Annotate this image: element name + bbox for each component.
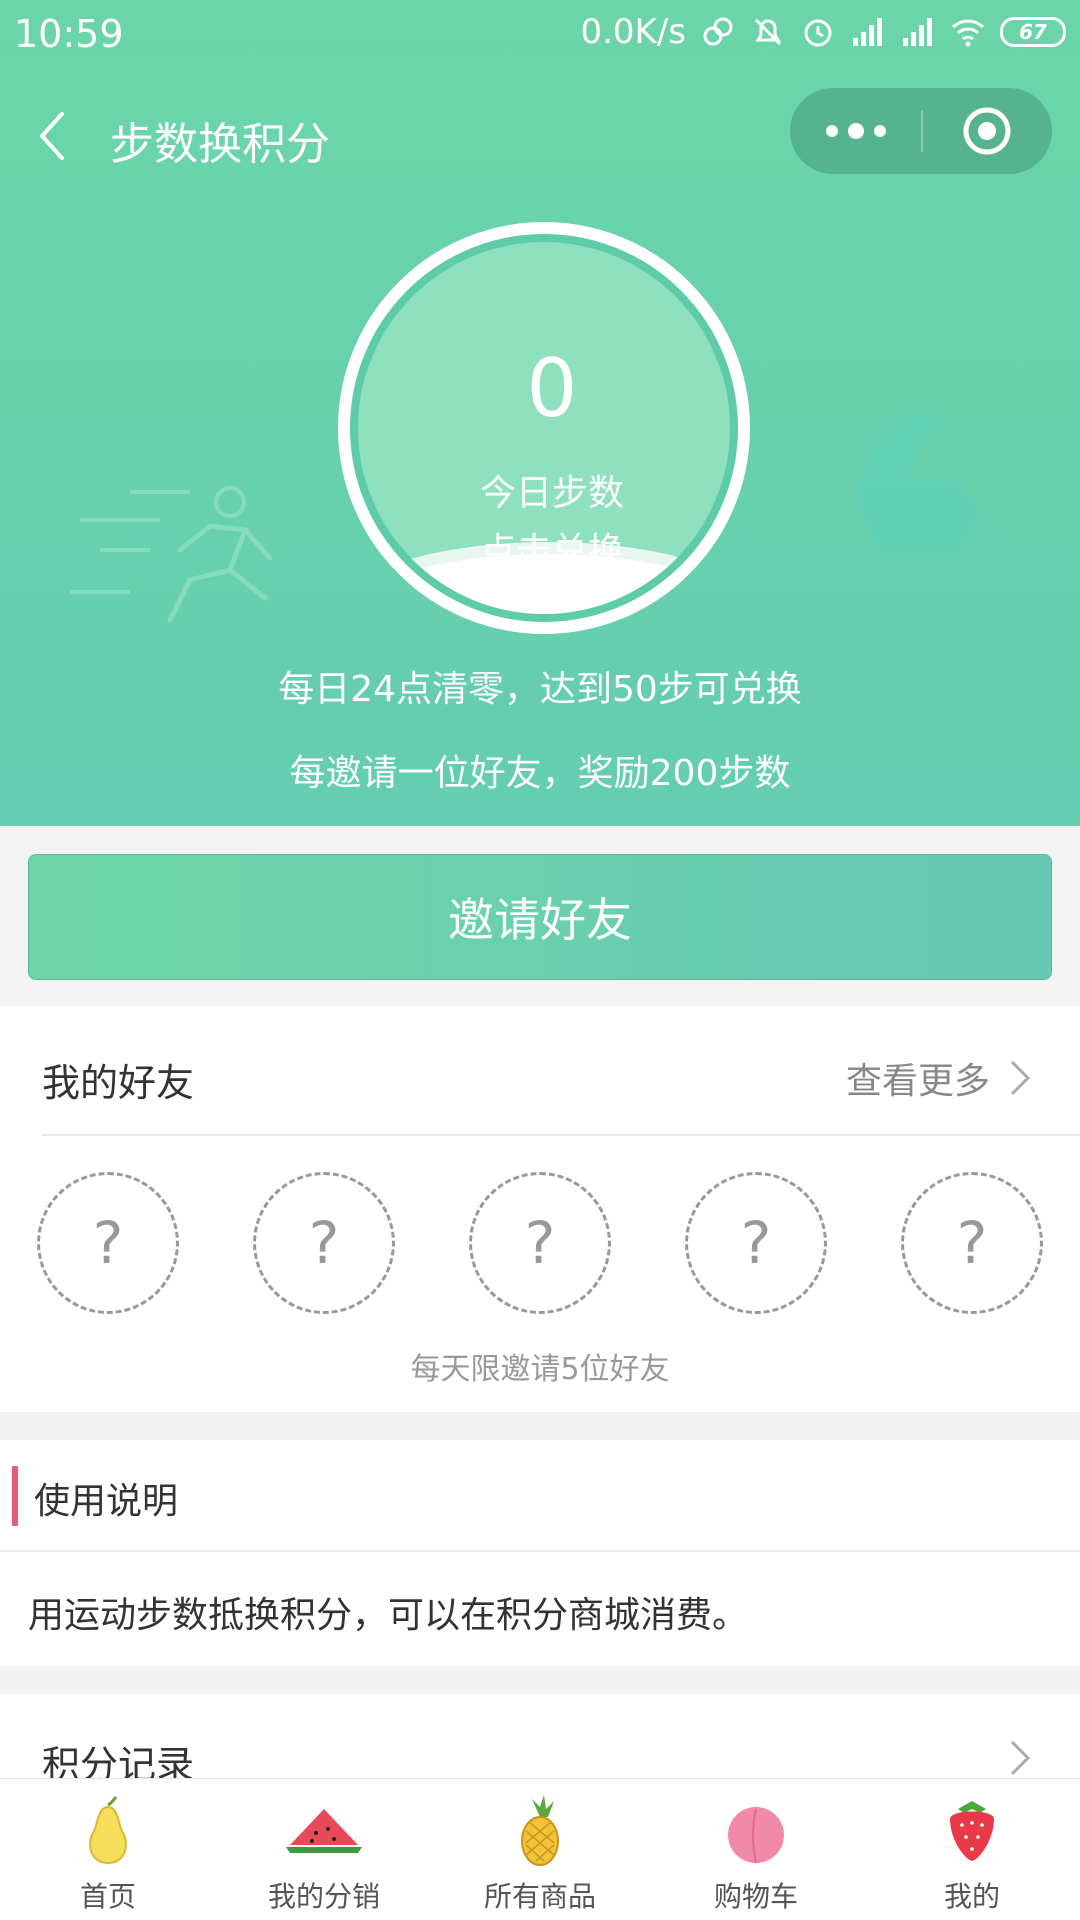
section-accent-bar xyxy=(12,1466,18,1526)
bell-off-icon xyxy=(754,18,782,46)
tab-all-products[interactable]: 所有商品 xyxy=(432,1779,648,1920)
link-icon xyxy=(703,17,733,46)
chevron-right-icon xyxy=(1010,1740,1031,1776)
nav-bar: 步数换积分 xyxy=(0,80,1080,190)
close-button[interactable] xyxy=(921,88,1052,174)
tab-home[interactable]: 首页 xyxy=(0,1779,216,1920)
more-button[interactable] xyxy=(790,88,921,174)
usage-section: 使用说明 用运动步数抵换积分，可以在积分商城消费。 xyxy=(0,1440,1080,1666)
step-count-label: 今日步数 xyxy=(479,473,624,514)
redeem-label: 点击兑换 xyxy=(479,531,624,572)
friends-title: 我的好友 xyxy=(42,1061,195,1105)
signal-icon xyxy=(903,18,932,46)
friend-slot[interactable]: ? xyxy=(685,1172,827,1314)
signal-icon xyxy=(853,18,882,46)
watermelon-icon xyxy=(286,1809,362,1853)
tab-me[interactable]: 我的 xyxy=(864,1779,1080,1920)
strawberry-icon xyxy=(950,1801,994,1861)
tab-label: 购物车 xyxy=(713,1880,798,1913)
battery-icon: 67 xyxy=(1000,17,1066,47)
pear-icon xyxy=(89,1795,127,1865)
chevron-right-icon xyxy=(1010,1060,1031,1096)
friend-slot[interactable]: ? xyxy=(469,1172,611,1314)
rule-invite-text: 每邀请一位好友，奖励200步数 xyxy=(289,753,791,794)
status-time: 10:59 xyxy=(14,12,124,56)
peach-icon xyxy=(728,1807,784,1864)
friend-slot[interactable]: ? xyxy=(37,1172,179,1314)
runner-icon xyxy=(70,486,273,623)
pineapple-icon xyxy=(521,1795,559,1866)
friend-slot[interactable]: ? xyxy=(901,1172,1043,1314)
tab-bar: 首页 我的分销 所有商品 购物车 我的 xyxy=(0,1778,1080,1920)
step-counter-inner: 0 今日步数 点击兑换 xyxy=(358,242,730,614)
tab-label: 我的 xyxy=(943,1880,1000,1913)
friend-slot[interactable]: ? xyxy=(253,1172,395,1314)
hero-section: 10:59 0.0K/s 67 步数换积分 0 今日步数 点击兑换 每日24点清… xyxy=(0,0,1080,826)
page-title: 步数换积分 xyxy=(110,119,330,170)
usage-description: 用运动步数抵换积分，可以在积分商城消费。 xyxy=(28,1595,749,1636)
chevron-left-icon xyxy=(39,112,64,160)
status-bar: 10:59 0.0K/s 67 xyxy=(0,0,1080,70)
tab-label: 所有商品 xyxy=(483,1880,596,1913)
network-speed: 0.0K/s xyxy=(580,12,686,52)
see-more-label: 查看更多 xyxy=(845,1061,990,1102)
friends-limit-note: 每天限邀请5位好友 xyxy=(410,1352,670,1387)
more-dots-icon xyxy=(873,125,886,137)
invite-friends-button[interactable]: 邀请好友 xyxy=(28,854,1052,980)
status-icons: 0.0K/s 67 xyxy=(580,12,1066,52)
divider xyxy=(0,1550,1080,1552)
step-count-value: 0 xyxy=(526,342,578,435)
alarm-icon xyxy=(804,19,832,47)
target-close-icon xyxy=(963,107,1010,155)
usage-title: 使用说明 xyxy=(34,1481,179,1522)
divider xyxy=(42,1134,1080,1136)
tab-label: 我的分销 xyxy=(267,1880,380,1913)
tab-cart[interactable]: 购物车 xyxy=(648,1779,864,1920)
see-more-link[interactable]: 查看更多 xyxy=(846,1052,1032,1104)
wifi-icon xyxy=(951,19,985,47)
tab-my-distribution[interactable]: 我的分销 xyxy=(216,1779,432,1920)
friends-section: 我的好友 查看更多 ? ? ? ? ? 每天限邀请5位好友 xyxy=(0,1006,1080,1412)
more-dots-icon xyxy=(847,123,864,139)
muscle-arm-icon xyxy=(859,406,980,555)
battery-level: 67 xyxy=(1019,20,1047,44)
back-button[interactable] xyxy=(28,100,88,170)
step-counter-button[interactable]: 0 今日步数 点击兑换 xyxy=(338,222,750,634)
miniprogram-capsule xyxy=(790,88,1052,174)
tab-label: 首页 xyxy=(79,1880,136,1913)
invite-section: 邀请好友 xyxy=(0,826,1080,1006)
more-dots-icon xyxy=(825,125,838,137)
rule-reset-text: 每日24点清零，达到50步可兑换 xyxy=(278,669,802,710)
